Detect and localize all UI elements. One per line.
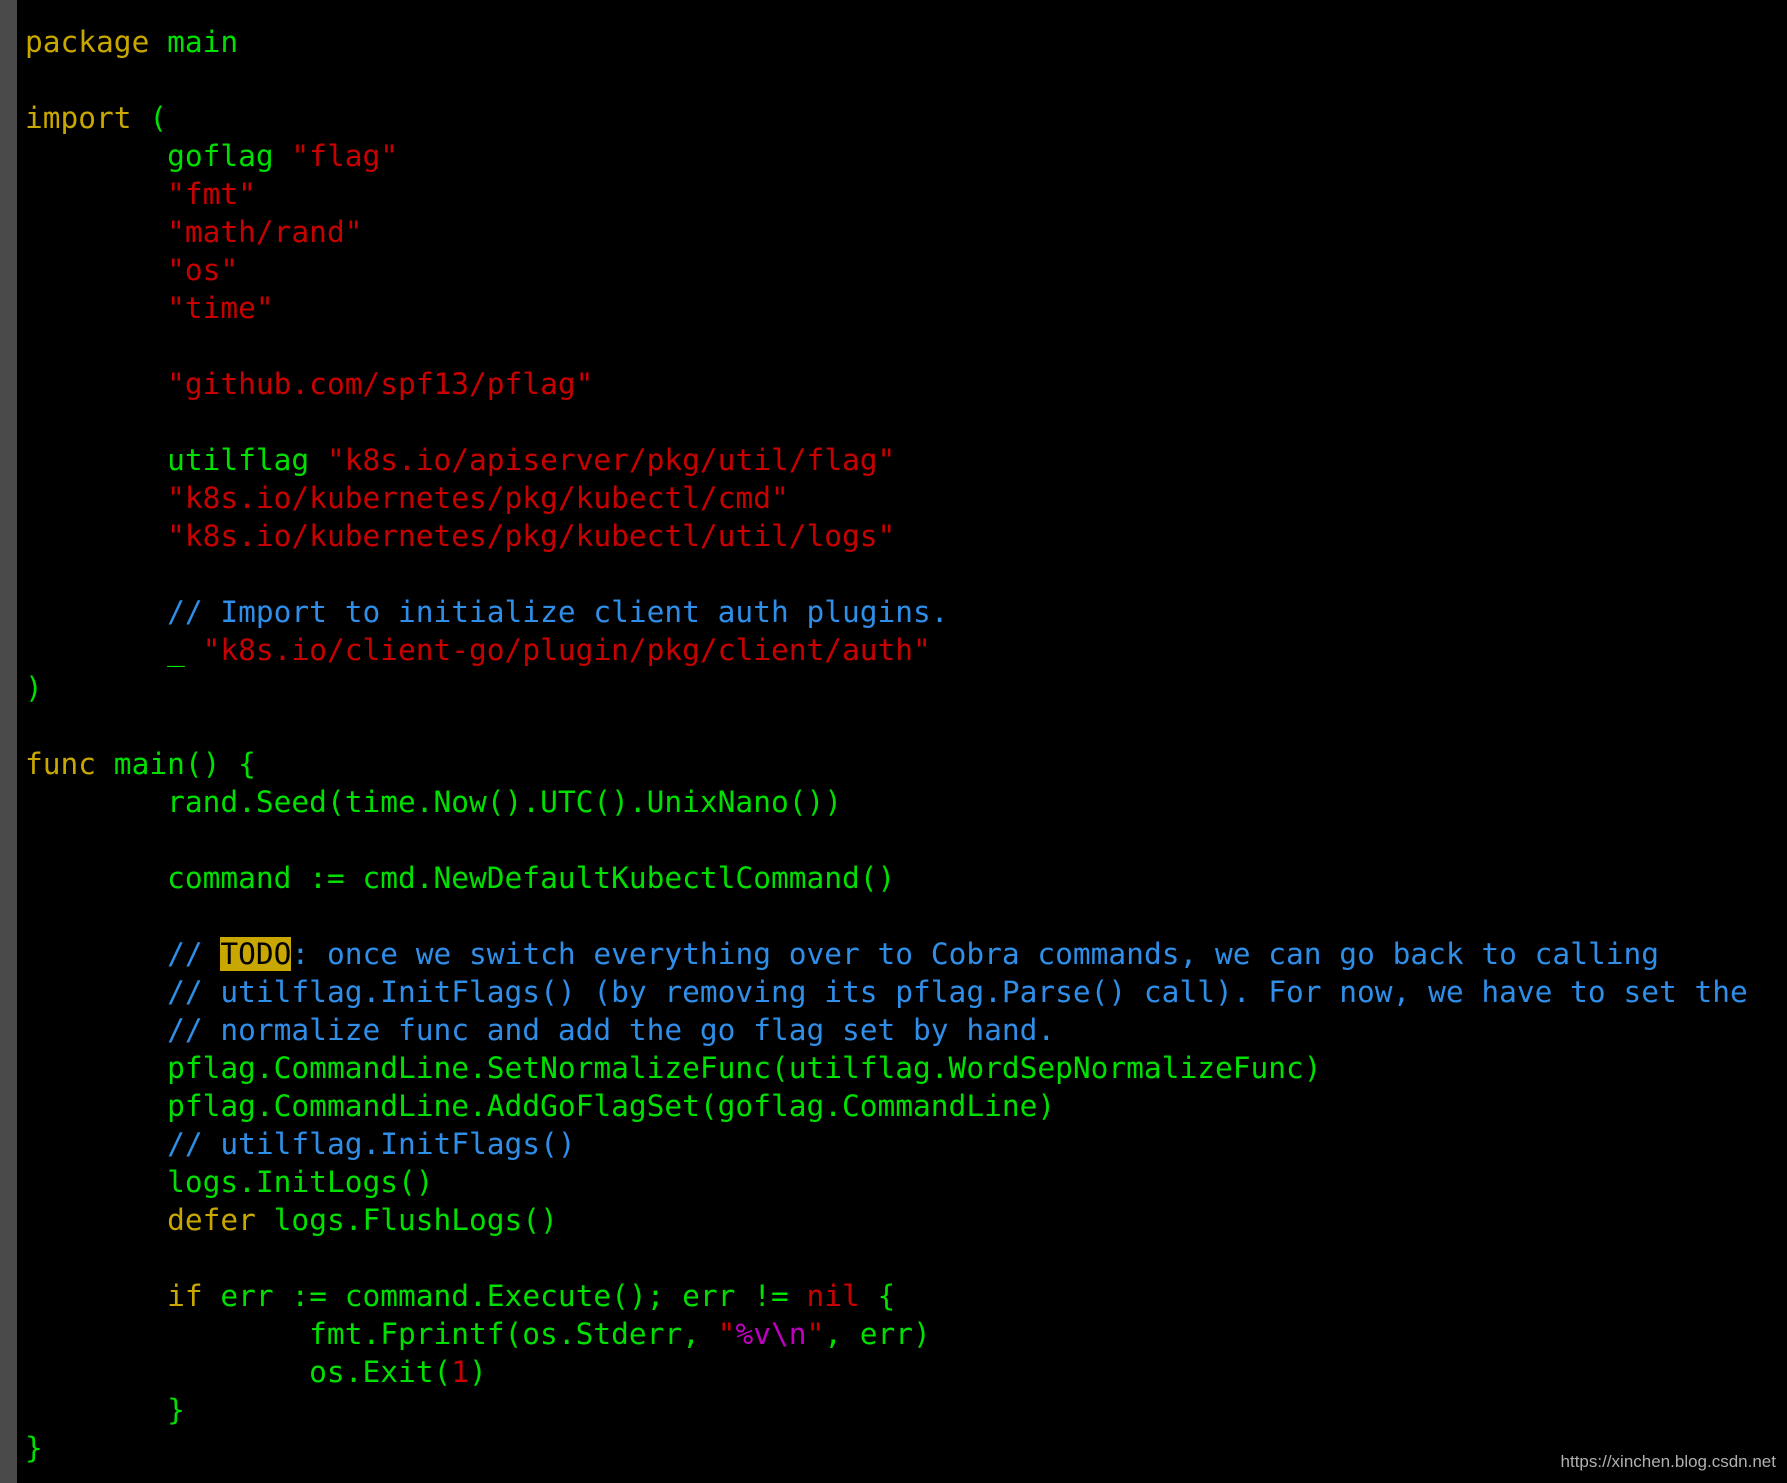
string-token: ": [717, 1317, 736, 1351]
code-token: logs.InitLogs(): [25, 1165, 434, 1199]
code-line[interactable]: logs.InitLogs(): [25, 1163, 1748, 1201]
code-line[interactable]: "github.com/spf13/pflag": [25, 365, 1748, 403]
code-token: main: [149, 25, 239, 59]
code-line[interactable]: package main: [25, 23, 1748, 61]
code-token: (: [131, 101, 168, 135]
code-line[interactable]: "fmt": [25, 175, 1748, 213]
string-token: "fmt": [167, 177, 256, 211]
editor-gutter: [0, 0, 17, 1483]
code-token: err := command.Execute(); err !=: [202, 1279, 807, 1313]
code-token: }: [25, 1431, 43, 1465]
keyword-token: if: [167, 1279, 203, 1313]
string-token: "k8s.io/client-go/plugin/pkg/client/auth…: [202, 633, 931, 667]
code-line[interactable]: [25, 821, 1748, 859]
code-token: pflag.CommandLine.AddGoFlagSet(goflag.Co…: [25, 1089, 1056, 1123]
string-token: "os": [167, 253, 239, 287]
code-token: {: [859, 1279, 896, 1313]
code-line[interactable]: }: [25, 1391, 1748, 1429]
string-token: "k8s.io/kubernetes/pkg/kubectl/util/logs…: [167, 519, 896, 553]
code-token: logs.FlushLogs(): [255, 1203, 558, 1237]
code-line[interactable]: [25, 61, 1748, 99]
code-line[interactable]: // utilflag.InitFlags() (by removing its…: [25, 973, 1748, 1011]
comment-token: // Import to initialize client auth plug…: [25, 595, 949, 629]
code-line[interactable]: defer logs.FlushLogs(): [25, 1201, 1748, 1239]
code-line[interactable]: [25, 403, 1748, 441]
code-line[interactable]: "k8s.io/kubernetes/pkg/kubectl/util/logs…: [25, 517, 1748, 555]
keyword-token: import: [25, 101, 132, 135]
comment-token: // normalize func and add the go flag se…: [25, 1013, 1056, 1047]
code-token: rand.Seed(time.Now().UTC().UnixNano()): [25, 785, 842, 819]
code-token: utilflag: [25, 443, 327, 477]
code-line[interactable]: [25, 555, 1748, 593]
watermark: https://xinchen.blog.csdn.net: [1560, 1452, 1776, 1471]
code-token: _: [25, 633, 203, 667]
code-line[interactable]: "time": [25, 289, 1748, 327]
code-token: }: [25, 1393, 185, 1427]
code-line[interactable]: "os": [25, 251, 1748, 289]
code-line[interactable]: pflag.CommandLine.AddGoFlagSet(goflag.Co…: [25, 1087, 1748, 1125]
string-token: "time": [167, 291, 274, 325]
comment-token: // utilflag.InitFlags() (by removing its…: [25, 975, 1748, 1009]
string-token: 1: [451, 1355, 470, 1389]
code-line[interactable]: [25, 1239, 1748, 1277]
code-line[interactable]: // TODO: once we switch everything over …: [25, 935, 1748, 973]
keyword-token: package: [25, 25, 150, 59]
code-line[interactable]: }: [25, 1429, 1748, 1467]
code-line[interactable]: import (: [25, 99, 1748, 137]
code-token: ): [469, 1355, 487, 1389]
comment-token: // utilflag.InitFlags(): [25, 1127, 576, 1161]
code-line[interactable]: func main() {: [25, 745, 1748, 783]
code-line[interactable]: rand.Seed(time.Now().UTC().UnixNano()): [25, 783, 1748, 821]
code-line[interactable]: fmt.Fprintf(os.Stderr, "%v\n", err): [25, 1315, 1748, 1353]
string-token: "github.com/spf13/pflag": [167, 367, 594, 401]
code-token: ): [25, 671, 43, 705]
code-line[interactable]: [25, 327, 1748, 365]
code-token: os.Exit(: [25, 1355, 452, 1389]
keyword-token: defer: [167, 1203, 256, 1237]
string-token: ": [806, 1317, 825, 1351]
code-line[interactable]: utilflag "k8s.io/apiserver/pkg/util/flag…: [25, 441, 1748, 479]
string-token: "flag": [291, 139, 398, 173]
code-line[interactable]: "math/rand": [25, 213, 1748, 251]
string-token: nil: [806, 1279, 860, 1313]
code-line[interactable]: [25, 707, 1748, 745]
escape-token: %v\n: [735, 1317, 807, 1351]
code-token: pflag.CommandLine.SetNormalizeFunc(utilf…: [25, 1051, 1322, 1085]
code-line[interactable]: _ "k8s.io/client-go/plugin/pkg/client/au…: [25, 631, 1748, 669]
code-token: , err): [824, 1317, 931, 1351]
todo-highlight: TODO: [220, 937, 292, 971]
code-line[interactable]: ): [25, 669, 1748, 707]
code-editor[interactable]: package main import ( goflag "flag" "fmt"…: [25, 23, 1748, 1467]
code-line[interactable]: os.Exit(1): [25, 1353, 1748, 1391]
code-line[interactable]: // utilflag.InitFlags(): [25, 1125, 1748, 1163]
code-token: fmt.Fprintf(os.Stderr,: [25, 1317, 718, 1351]
string-token: "k8s.io/apiserver/pkg/util/flag": [326, 443, 896, 477]
code-line[interactable]: command := cmd.NewDefaultKubectlCommand(…: [25, 859, 1748, 897]
code-line[interactable]: "k8s.io/kubernetes/pkg/kubectl/cmd": [25, 479, 1748, 517]
comment-token: : once we switch everything over to Cobr…: [291, 937, 1659, 971]
string-token: "k8s.io/kubernetes/pkg/kubectl/cmd": [167, 481, 789, 515]
code-line[interactable]: if err := command.Execute(); err != nil …: [25, 1277, 1748, 1315]
code-token: main() {: [96, 747, 256, 781]
code-line[interactable]: [25, 897, 1748, 935]
comment-token: //: [25, 937, 221, 971]
string-token: "math/rand": [167, 215, 363, 249]
code-line[interactable]: // Import to initialize client auth plug…: [25, 593, 1748, 631]
keyword-token: func: [25, 747, 97, 781]
code-line[interactable]: goflag "flag": [25, 137, 1748, 175]
code-token: goflag: [25, 139, 292, 173]
code-line[interactable]: // normalize func and add the go flag se…: [25, 1011, 1748, 1049]
code-token: command := cmd.NewDefaultKubectlCommand(…: [25, 861, 896, 895]
code-line[interactable]: pflag.CommandLine.SetNormalizeFunc(utilf…: [25, 1049, 1748, 1087]
